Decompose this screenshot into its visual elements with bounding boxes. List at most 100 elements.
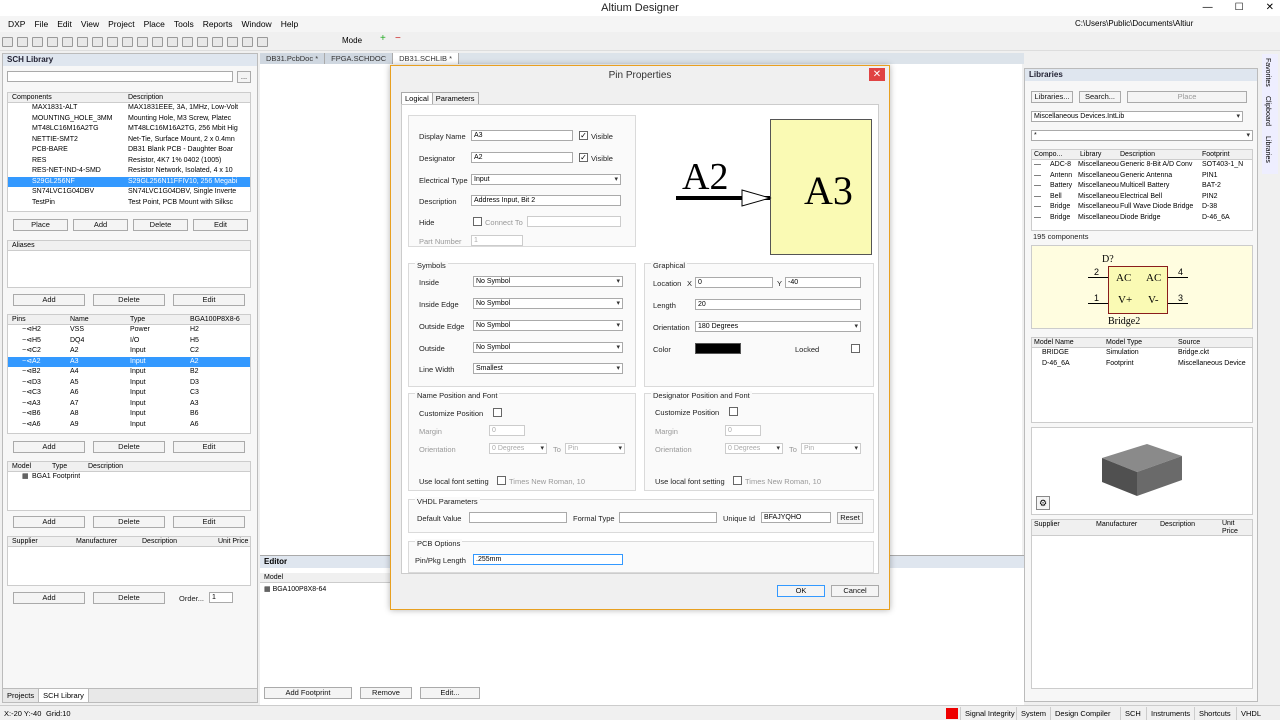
add-pin-button[interactable]: Add xyxy=(13,441,85,453)
status-system[interactable]: System xyxy=(1016,707,1050,720)
col-manufacturer[interactable]: Manufacturer xyxy=(1096,520,1137,530)
col-supplier[interactable]: Supplier xyxy=(12,537,38,547)
component-row[interactable]: MT48LC16M16A2TG MT48LC16M16A2TG, 256 Mbit… xyxy=(8,124,250,135)
editor-model-row[interactable]: ▦ BGA100P8X8-64 xyxy=(264,585,326,593)
name-local-font-checkbox[interactable] xyxy=(497,476,506,485)
libraries-button[interactable]: Libraries... xyxy=(1031,91,1073,103)
desig-customize-checkbox[interactable] xyxy=(729,407,738,416)
add-model-button[interactable]: Add xyxy=(13,516,85,528)
library-filter[interactable]: * xyxy=(1031,130,1253,141)
col-component[interactable]: Compo... xyxy=(1034,150,1062,160)
component-row[interactable]: PCB-BARE DB31 Blank PCB - Daughter Boar xyxy=(8,145,250,156)
place-button[interactable]: Place xyxy=(1127,91,1247,103)
menu-dxp[interactable]: DXP xyxy=(8,19,25,29)
add-footprint-button[interactable]: Add Footprint xyxy=(264,687,352,699)
col-unit-price[interactable]: Unit Price xyxy=(218,537,248,547)
location-y-input[interactable]: -40 xyxy=(785,277,861,288)
col-manufacturer[interactable]: Manufacturer xyxy=(76,537,117,547)
pin-row[interactable]: −⊲ H5 DQ4 I/O H5 xyxy=(8,336,250,347)
connect-to-input[interactable] xyxy=(527,216,621,227)
component-row[interactable]: SN74LVC1G04DBV SN74LVC1G04DBV, Single Inv… xyxy=(8,187,250,198)
library-row[interactable]: — Bridge Miscellaneou Full Wave Diode Bridg… xyxy=(1032,202,1252,213)
color-swatch[interactable] xyxy=(695,343,741,354)
menu-project[interactable]: Project xyxy=(108,19,134,29)
side-tab-clipboard[interactable]: Clipboard xyxy=(1264,96,1271,126)
edit-model-button[interactable]: Edit xyxy=(173,516,245,528)
delete-supplier-button[interactable]: Delete xyxy=(93,592,165,604)
menu-tools[interactable]: Tools xyxy=(174,19,194,29)
pin-row[interactable]: −⊲ A3 A7 Input A3 xyxy=(8,399,250,410)
menu-window[interactable]: Window xyxy=(241,19,271,29)
col-lib-description[interactable]: Description xyxy=(1120,150,1155,160)
formal-type-input[interactable] xyxy=(619,512,717,523)
pin-pkg-length-input[interactable]: .255mm xyxy=(473,554,623,565)
clear-icon[interactable] xyxy=(227,37,238,47)
maximize-icon[interactable]: ☐ xyxy=(1235,0,1244,16)
edit-component-button[interactable]: Edit xyxy=(193,219,248,231)
add-icon[interactable]: + xyxy=(380,33,386,44)
col-model-type[interactable]: Type xyxy=(52,462,67,472)
library-row[interactable]: — Bell Miscellaneou Electrical Bell PIN2 xyxy=(1032,192,1252,203)
desig-margin-input[interactable]: 0 xyxy=(725,425,761,436)
col-description[interactable]: Description xyxy=(128,93,163,103)
tab-schdoc[interactable]: FPGA.SCHDOC xyxy=(325,53,394,64)
electrical-type-select[interactable]: Input xyxy=(471,174,621,185)
col-lib-footprint[interactable]: Footprint xyxy=(1202,150,1230,160)
col-pins[interactable]: Pins xyxy=(12,315,26,325)
add-alias-button[interactable]: Add xyxy=(13,294,85,306)
search-button[interactable]: Search... xyxy=(1079,91,1121,103)
close-icon[interactable]: ✕ xyxy=(1266,0,1274,16)
status-shortcuts[interactable]: Shortcuts xyxy=(1194,707,1235,720)
library-row[interactable]: — Bridge Miscellaneou Diode Bridge D-46_6A xyxy=(1032,213,1252,224)
name-customize-checkbox[interactable] xyxy=(493,408,502,417)
col-description[interactable]: Description xyxy=(1160,520,1195,530)
pin-row[interactable]: −⊲ C3 A6 Input C3 xyxy=(8,388,250,399)
library-row[interactable]: — ADC-8 Miscellaneou Generic 8-Bit A/D Conv… xyxy=(1032,160,1252,171)
desig-to-select[interactable]: Pin xyxy=(801,443,861,454)
tab-schlib[interactable]: DB31.SCHLIB * xyxy=(393,53,460,64)
component-row[interactable]: NETTIE-SMT2 Net-Tie, Surface Mount, 2 x 0… xyxy=(8,135,250,146)
tab-projects[interactable]: Projects xyxy=(3,689,40,702)
library-row[interactable]: — Battery Miscellaneou Multicell Battery BAT… xyxy=(1032,181,1252,192)
col-supplier[interactable]: Supplier xyxy=(1034,520,1060,530)
description-input[interactable]: Address Input, Bit 2 xyxy=(471,195,621,206)
board-icon[interactable] xyxy=(92,37,103,47)
add-supplier-button[interactable]: Add xyxy=(13,592,85,604)
lib-model-row[interactable]: D-46_6A Footprint Miscellaneous Device xyxy=(1032,359,1252,370)
col-model-name[interactable]: Model Name xyxy=(1034,338,1074,348)
library-row[interactable]: — Antenn Miscellaneou Generic Antenna PIN1 xyxy=(1032,171,1252,182)
component-row[interactable]: TestPin Test Point, PCB Mount with Silksc xyxy=(8,198,250,209)
outside-select[interactable]: No Symbol xyxy=(473,342,623,353)
designator-visible-checkbox[interactable]: ✓ xyxy=(579,153,588,162)
unique-id-input[interactable]: BFAJYQHO xyxy=(761,512,831,523)
desig-font-value[interactable]: Times New Roman, 10 xyxy=(745,477,821,486)
path-field[interactable]: C:\Users\Public\Documents\Altiur xyxy=(1075,18,1193,30)
sheet-icon[interactable] xyxy=(107,37,118,47)
zoom-out-icon[interactable] xyxy=(137,37,148,47)
print-icon[interactable] xyxy=(47,37,58,47)
col-library[interactable]: Library xyxy=(1080,150,1101,160)
undo-icon[interactable] xyxy=(242,37,253,47)
mode-dropdown[interactable]: Mode xyxy=(342,36,362,45)
zoom-in-icon[interactable] xyxy=(122,37,133,47)
component-row[interactable]: MAX1831-ALT MAX1831EEE, 3A, 1MHz, Low-Vol… xyxy=(8,103,250,114)
part-number-input[interactable]: 1 xyxy=(471,235,523,246)
status-vhdl[interactable]: VHDL xyxy=(1236,707,1265,720)
delete-alias-button[interactable]: Delete xyxy=(93,294,165,306)
status-instruments[interactable]: Instruments xyxy=(1146,707,1194,720)
tab-sch-library[interactable]: SCH Library xyxy=(39,689,89,702)
delete-component-button[interactable]: Delete xyxy=(133,219,188,231)
name-to-select[interactable]: Pin xyxy=(565,443,625,454)
component-row[interactable]: RES Resistor, 4K7 1% 0402 (1005) xyxy=(8,156,250,167)
edit-footprint-button[interactable]: Edit... xyxy=(420,687,480,699)
desig-orientation-select[interactable]: 0 Degrees xyxy=(725,443,783,454)
tab-pcbdoc[interactable]: DB31.PcbDoc * xyxy=(260,53,326,64)
browse-button[interactable]: ... xyxy=(237,71,251,83)
display-name-visible-checkbox[interactable]: ✓ xyxy=(579,131,588,140)
signal-integrity-icon[interactable] xyxy=(946,708,958,719)
name-margin-input[interactable]: 0 xyxy=(489,425,525,436)
menu-reports[interactable]: Reports xyxy=(203,19,233,29)
outside-edge-select[interactable]: No Symbol xyxy=(473,320,623,331)
preview-icon[interactable] xyxy=(62,37,73,47)
col-type[interactable]: Type xyxy=(130,315,145,325)
